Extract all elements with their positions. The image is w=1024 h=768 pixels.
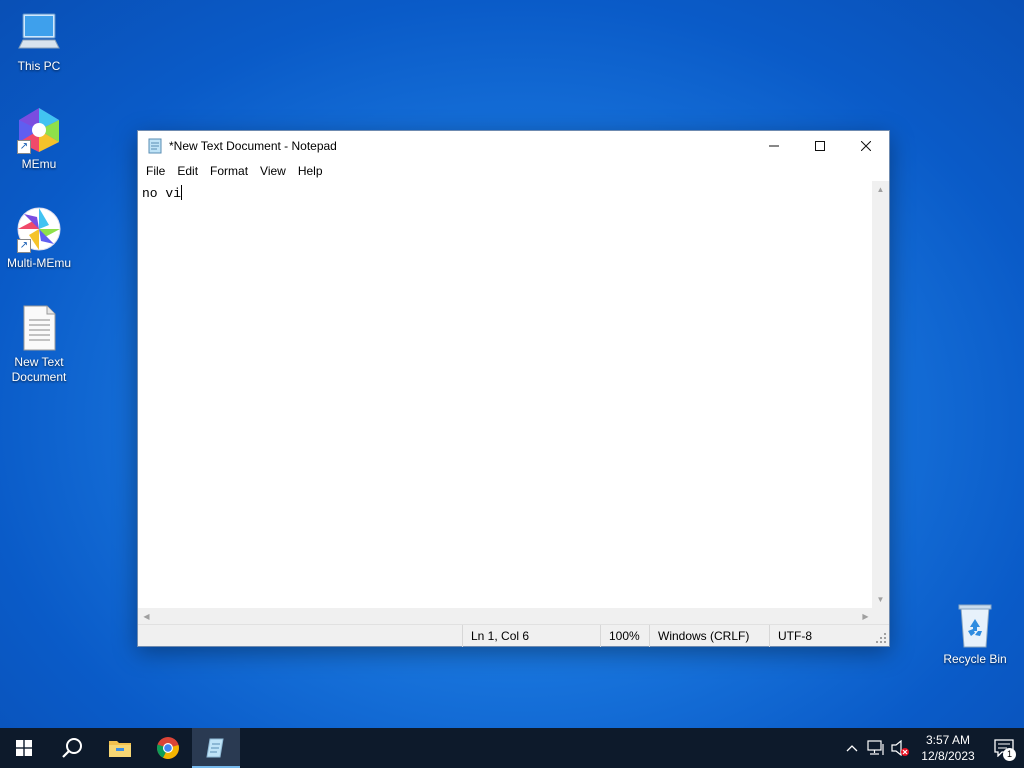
chrome-icon [157, 737, 179, 759]
status-line-endings: Windows (CRLF) [649, 625, 749, 647]
clock-time: 3:57 AM [925, 733, 971, 747]
shortcut-arrow-icon: ↗ [17, 140, 31, 154]
text-caret [181, 185, 183, 200]
volume-muted-icon [891, 740, 909, 756]
search-button[interactable] [48, 728, 96, 768]
computer-icon [15, 8, 63, 56]
desktop-icon-label: MEmu [21, 157, 57, 171]
maximize-icon [815, 141, 825, 151]
taskbar: 3:57 AM 12/8/2023 1 [0, 728, 1024, 768]
text-file-icon [15, 304, 63, 352]
system-tray: 3:57 AM 12/8/2023 1 [840, 728, 1024, 768]
menu-view[interactable]: View [254, 161, 292, 181]
notepad-icon [206, 738, 224, 758]
close-button[interactable] [843, 131, 889, 161]
desktop-icon-memu[interactable]: ↗ MEmu [1, 106, 77, 172]
volume-button[interactable] [888, 728, 912, 768]
menu-file[interactable]: File [140, 161, 171, 181]
network-icon [867, 740, 884, 755]
notepad-icon [147, 138, 163, 154]
menu-help[interactable]: Help [292, 161, 329, 181]
resize-grip-icon[interactable] [875, 632, 887, 644]
clock[interactable]: 3:57 AM 12/8/2023 [912, 732, 984, 764]
clock-date: 12/8/2023 [921, 749, 975, 763]
minimize-button[interactable] [751, 131, 797, 161]
notepad-window: *New Text Document - Notepad File Edit F… [137, 130, 890, 647]
desktop-icon-multi-memu[interactable]: ↗ Multi-MEmu [1, 205, 77, 271]
desktop-icon-recycle-bin[interactable]: Recycle Bin [937, 601, 1013, 667]
memu-icon: ↗ [15, 106, 63, 154]
status-encoding: UTF-8 [769, 625, 812, 647]
status-bar: Ln 1, Col 6 100% Windows (CRLF) UTF-8 [138, 624, 889, 647]
start-button[interactable] [0, 728, 48, 768]
desktop-icon-label: Recycle Bin [943, 652, 1007, 666]
desktop-icon-this-pc[interactable]: This PC [1, 8, 77, 74]
close-icon [861, 141, 871, 151]
scroll-up-icon[interactable]: ▲ [872, 181, 889, 198]
text-editor[interactable]: no vi [138, 181, 874, 608]
desktop-icon-new-text-document[interactable]: New Text Document [1, 304, 77, 385]
search-icon [62, 738, 82, 758]
notifications-button[interactable]: 1 [984, 728, 1024, 768]
recycle-bin-icon [951, 601, 999, 649]
desktop-icon-label: This PC [17, 59, 61, 73]
scroll-down-icon[interactable]: ▼ [872, 591, 889, 608]
scrollbar-corner [872, 608, 889, 625]
shortcut-arrow-icon: ↗ [17, 239, 31, 253]
scroll-left-icon[interactable]: ◀ [138, 608, 155, 625]
menu-format[interactable]: Format [204, 161, 254, 181]
network-button[interactable] [864, 728, 888, 768]
taskbar-file-explorer[interactable] [96, 728, 144, 768]
start-icon [16, 740, 32, 756]
minimize-icon [769, 145, 779, 147]
desktop-icon-label: Multi-MEmu [6, 256, 71, 270]
notification-count-badge: 1 [1003, 748, 1016, 761]
maximize-button[interactable] [797, 131, 843, 161]
status-zoom: 100% [600, 625, 640, 647]
status-position: Ln 1, Col 6 [462, 625, 529, 647]
desktop: This PC ↗ MEmu ↗ Multi-MEmu New Text Doc… [0, 0, 1024, 728]
desktop-icon-label: New Text Document [11, 355, 67, 384]
title-bar[interactable]: *New Text Document - Notepad [138, 131, 889, 161]
show-hidden-icons-button[interactable] [840, 728, 864, 768]
multi-memu-icon: ↗ [15, 205, 63, 253]
taskbar-notepad[interactable] [192, 728, 240, 768]
taskbar-chrome[interactable] [144, 728, 192, 768]
file-explorer-icon [109, 741, 131, 757]
menu-bar: File Edit Format View Help [138, 161, 889, 181]
chevron-up-icon [846, 745, 858, 752]
horizontal-scrollbar[interactable]: ◀ ▶ [138, 608, 874, 625]
window-title: *New Text Document - Notepad [169, 139, 337, 153]
menu-edit[interactable]: Edit [171, 161, 204, 181]
vertical-scrollbar[interactable]: ▲ ▼ [872, 181, 889, 608]
editor-content: no vi [142, 186, 182, 201]
